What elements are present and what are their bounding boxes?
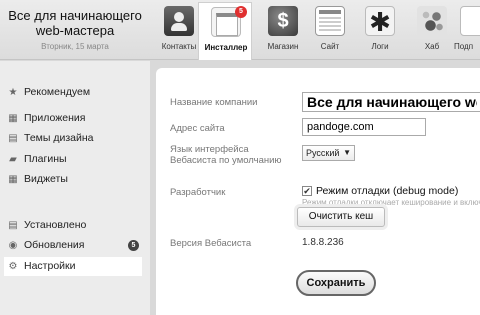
sidebar-item-label: Настройки [24,260,76,272]
updates-badge: 5 [128,240,139,251]
app-label: Сайт [320,42,340,51]
installer-badge: 5 [235,6,247,18]
sidebar-item-label: Установлено [24,219,87,231]
sidebar-item-updates[interactable]: ◉ Обновления 5 [4,236,142,255]
top-header: Все для начинающего web-мастера Вторник,… [0,0,480,60]
plugin-icon: ▰ [9,154,17,165]
star-icon: ★ [8,87,18,98]
sidebar-item-recommended[interactable]: ★ Рекомендуем [4,83,142,102]
sidebar-item-label: Темы дизайна [24,132,94,144]
site-address-label: Адрес сайта [170,123,225,134]
debug-mode-checkbox[interactable]: ✔ [302,186,312,196]
language-select[interactable]: Русский ▼ [302,145,355,161]
app-logs[interactable]: ✱ Логи [353,2,407,58]
sidebar-item-label: Обновления [24,239,85,251]
debug-mode-label[interactable]: Режим отладки (debug mode) [316,185,458,197]
sidebar-item-settings[interactable]: ⚙ Настройки [4,257,142,276]
hub-icon [417,6,447,36]
company-name-label: Название компании [170,97,258,108]
settings-panel: Название компании Адрес сайта Язык интер… [156,68,480,315]
chevron-down-icon: ▼ [343,148,351,157]
sidebar-item-themes[interactable]: ▤ Темы дизайна [4,129,142,148]
sidebar-item-label: Рекомендуем [24,86,91,98]
brand-title[interactable]: Все для начинающего web-мастера [0,8,150,38]
widgets-icon: ▦ [8,174,18,185]
logs-icon: ✱ [365,6,395,37]
sidebar-item-apps[interactable]: ▦ Приложения [4,109,142,128]
apps-grid-icon: ▦ [8,113,18,124]
language-label: Язык интерфейса Вебасиста по умолчанию [170,144,282,166]
contacts-icon [164,6,194,36]
version-value: 1.8.8.236 [302,237,344,248]
app-label: Магазин [267,42,299,51]
sidebar-item-installed[interactable]: ▤ Установлено [4,216,142,235]
sidebar-item-widgets[interactable]: ▦ Виджеты [4,170,142,189]
app-label: Инсталлер [204,43,248,52]
sidebar-item-plugins[interactable]: ▰ Плагины [4,150,142,169]
updates-icon: ◉ [8,240,18,251]
language-value: Русский [306,148,340,158]
brand: Все для начинающего web-мастера Вторник,… [0,0,150,51]
sidebar-item-label: Виджеты [24,173,68,185]
save-button[interactable]: Сохранить [296,270,376,296]
app-label: Подп [454,42,474,51]
clear-cache-button[interactable]: Очистить кеш [297,207,385,227]
developer-label: Разработчик [170,187,226,198]
app-label: Логи [371,42,389,51]
site-icon [315,6,345,36]
app-site[interactable]: Сайт [303,2,357,58]
app-store[interactable]: $ Магазин [256,2,310,58]
sidebar-item-label: Приложения [24,112,86,124]
themes-icon: ▤ [8,133,18,144]
debug-mode-hint: Режим отладки отключает кеширование и вк… [302,198,480,207]
current-date: Вторник, 15 марта [41,42,109,51]
app-subscribers[interactable]: Подп [448,2,480,58]
store-icon: $ [268,6,298,36]
subscribers-icon [460,6,480,36]
app-installer[interactable]: 5 Инсталлер [198,2,252,60]
installed-icon: ▤ [8,220,18,231]
sidebar-item-label: Плагины [24,153,67,165]
settings-gear-icon: ⚙ [8,261,18,272]
site-address-field[interactable] [302,118,426,136]
company-name-field[interactable] [302,92,480,112]
sidebar: ★ Рекомендуем ▦ Приложения ▤ Темы дизайн… [0,61,150,315]
version-label: Версия Вебасиста [170,238,252,249]
